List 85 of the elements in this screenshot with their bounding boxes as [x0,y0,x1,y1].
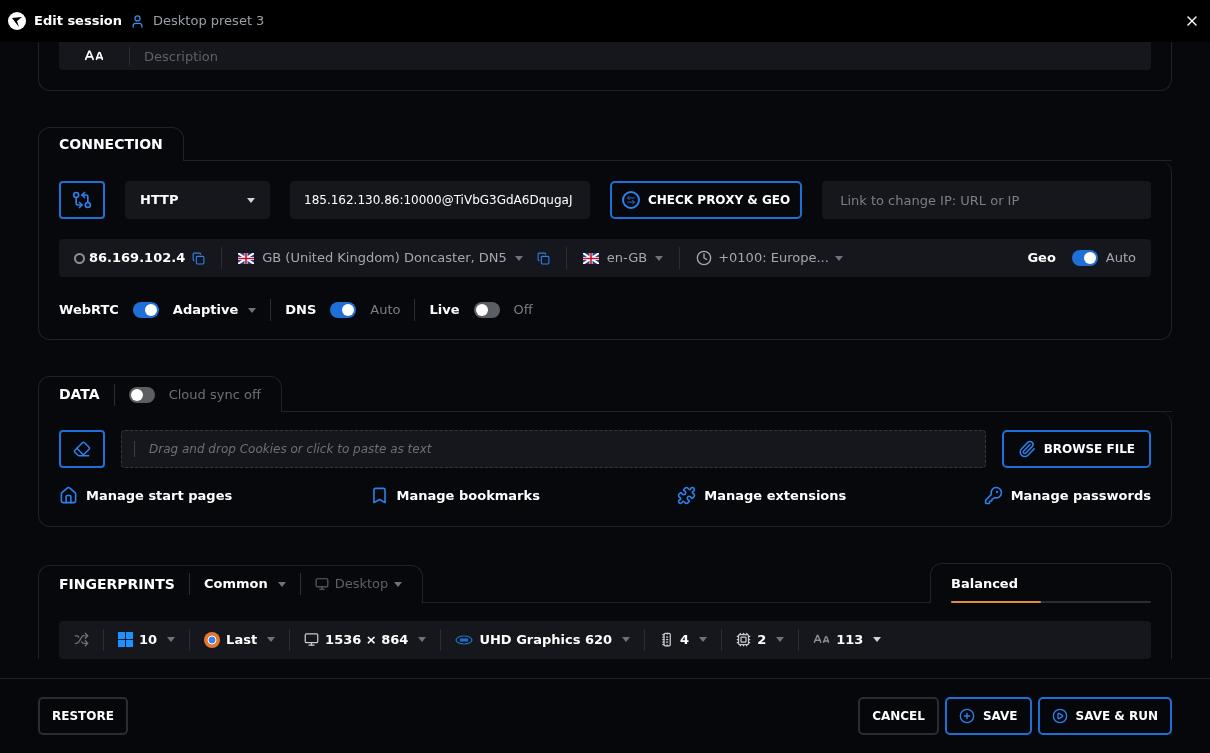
window-title: Edit session [34,12,123,31]
cloud-sync-toggle[interactable] [128,386,155,403]
fingerprint-dropdown[interactable]: 10 [139,629,176,650]
save-and-run-button[interactable]: SAVE & RUN [1037,697,1172,735]
caret-icon [834,255,843,261]
clock-icon [696,250,713,266]
change-ip-field[interactable]: Link to change IP: URL or IP [822,181,1151,219]
person-icon [130,13,146,29]
profile-label: Balanced [951,574,1019,593]
caret-icon [248,307,257,313]
caret-icon [167,637,176,642]
language-text: en-GB [606,249,648,268]
caret-icon [655,255,664,261]
paperclip-icon [1017,440,1036,458]
proxy-field[interactable]: 185.162.130.86:10000@TiVbG3GdA6DqugaJ [290,181,590,219]
puzzle-icon [677,486,697,506]
browse-file-button[interactable]: BROWSE FILE [1001,430,1151,468]
caret-icon [267,637,276,642]
section-title: FINGERPRINTS [59,574,175,594]
swap-icon [622,191,640,209]
restore-button[interactable]: RESTORE [38,697,128,735]
location-text: GB (United Kingdom) Doncaster, DN5 [262,249,507,268]
caret-icon [514,255,523,261]
option-label: DNS [285,301,317,320]
clear-button[interactable] [59,430,105,468]
proxy-type-dropdown[interactable]: HTTP [125,181,270,219]
timezone-text: +0100: Europe... [718,249,829,268]
caret-icon [776,637,785,642]
monitor-icon [314,577,329,591]
section-title: DATA [59,385,100,404]
windows-logo-icon [118,632,133,647]
chip-logo-icon [455,634,474,645]
option-label: Live [429,301,460,320]
option-label: WebRTC [59,301,119,320]
option-value: Off [513,301,533,320]
caret-icon [418,637,427,642]
shuffle-icon[interactable] [74,632,89,647]
caret-icon [394,581,403,587]
geo-value: Auto [1105,249,1136,268]
manage-link[interactable]: Manage start pages [59,486,233,506]
fingerprint-dropdown[interactable]: Last [226,629,276,650]
proxy-mode-button[interactable] [59,181,105,219]
cloud-sync-label: Cloud sync off [168,385,261,404]
key-icon [983,486,1003,506]
option-dropdown[interactable]: Adaptive [172,300,257,320]
house-icon [59,486,78,506]
copy-icon[interactable] [192,251,206,265]
monitor-icon [304,632,320,647]
cpu-icon [736,632,752,647]
fingerprint-dropdown[interactable]: 2 [757,629,785,650]
caret-icon [622,637,631,642]
mode-dropdown[interactable]: Common [203,574,286,594]
section-title: CONNECTION [59,135,163,154]
browser-logo-icon [204,631,221,648]
cancel-button[interactable]: CANCEL [858,697,939,735]
option-value: Auto [370,301,401,320]
fingerprint-dropdown[interactable]: 4 [680,629,708,650]
branch-arrows-icon [72,190,92,210]
option-toggle[interactable] [473,302,500,318]
manage-link[interactable]: Manage passwords [983,486,1151,506]
caret-icon [873,637,882,642]
eraser-icon [73,440,91,458]
profile-tab[interactable]: Balanced [930,562,1172,603]
caret-icon [699,637,708,642]
option-toggle[interactable] [132,302,159,318]
ip-address: 86.169.102.4 [89,249,186,268]
flag-icon [582,252,599,264]
option-toggle[interactable] [330,302,357,318]
preset-name: Desktop preset 3 [153,12,265,31]
caret-icon [247,197,255,203]
geo-label: Geo [1027,249,1056,268]
manage-link[interactable]: Manage extensions [677,486,847,506]
fingerprint-dropdown[interactable]: 113 [836,629,882,650]
caret-icon [277,581,286,587]
geo-toggle[interactable] [1071,250,1098,266]
fingerprint-dropdown[interactable]: UHD Graphics 620 [479,629,631,650]
fingerprint-dropdown[interactable]: 1536 × 864 [325,629,427,650]
flag-icon [238,252,255,264]
manage-link[interactable]: Manage bookmarks [369,486,540,506]
save-button[interactable]: SAVE [944,697,1032,735]
logo-icon [8,12,26,30]
copy-icon[interactable] [536,251,550,265]
play-icon [1051,708,1068,724]
check-proxy-button[interactable]: CHECK PROXY & GEO [610,181,803,219]
plus-icon [958,708,975,724]
